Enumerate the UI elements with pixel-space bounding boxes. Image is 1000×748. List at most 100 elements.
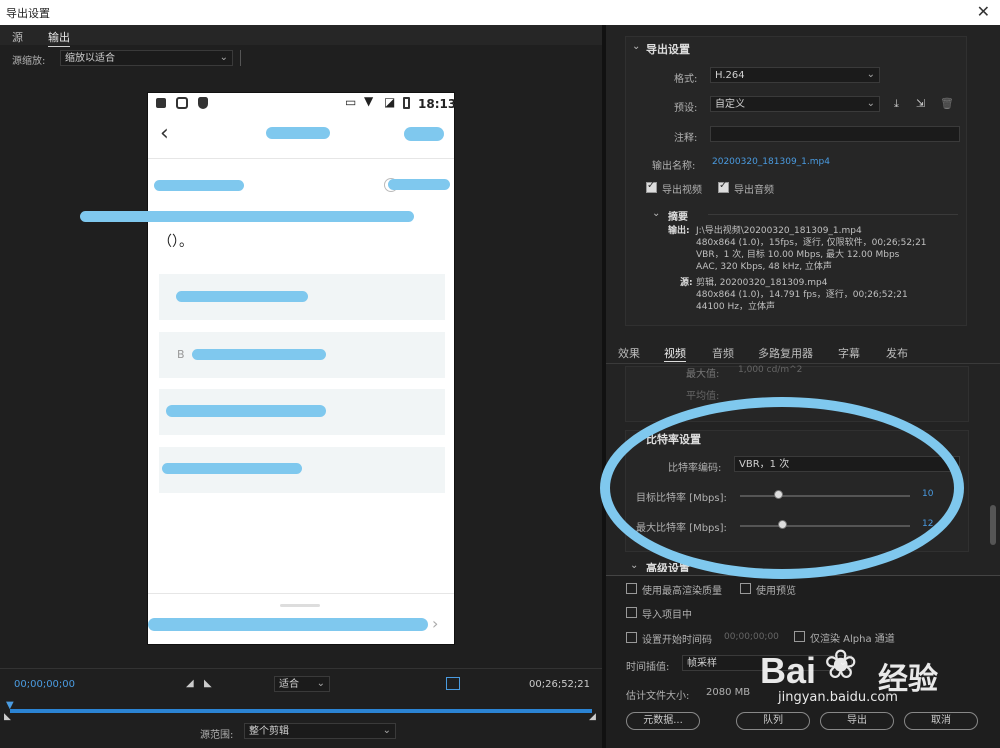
cancel-button[interactable]: 取消 — [904, 712, 978, 730]
export-audio-checkbox[interactable] — [718, 180, 729, 193]
interpolation-label: 时间插值: — [626, 662, 670, 673]
timecode-start: 00;00;00;00 — [14, 679, 76, 690]
redaction-mark — [266, 127, 330, 139]
file-size-label: 估计文件大小: — [626, 691, 690, 702]
summary-output: J:\导出视频\20200320_181309_1.mp4 480x864 (1… — [696, 225, 927, 273]
in-point-icon[interactable]: ◣ — [4, 712, 11, 722]
summary-output-label: 输出: — [668, 226, 690, 236]
mark-out-icon[interactable]: ◣ — [204, 678, 212, 689]
cast-icon: ▭ — [345, 95, 357, 109]
max-luminance-value: 1,000 cd/m^2 — [738, 365, 803, 375]
preset-label: 预设: — [674, 103, 698, 114]
close-icon[interactable]: ✕ — [977, 2, 990, 21]
chevron-down-icon: ⌄ — [866, 69, 875, 80]
alpha-only-checkbox[interactable] — [794, 631, 805, 642]
comment-input[interactable] — [710, 126, 960, 142]
tab-publish[interactable]: 发布 — [886, 345, 908, 361]
timeline-track[interactable] — [10, 709, 592, 713]
out-point-icon[interactable]: ◢ — [589, 712, 596, 722]
chevron-down-icon: ⌄ — [219, 52, 228, 63]
redaction-mark — [404, 127, 444, 141]
source-scale-label: 源缩放: — [12, 56, 46, 67]
mark-in-icon[interactable]: ◢ — [186, 678, 194, 689]
output-name-link[interactable]: 20200320_181309_1.mp4 — [712, 157, 830, 167]
use-preview-checkbox[interactable] — [740, 583, 751, 594]
summary-source: 剪辑, 20200320_181309.mp4 480x864 (1.0)，14… — [696, 277, 908, 313]
use-preview-label: 使用预览 — [756, 586, 796, 597]
source-range-value: 整个剪辑 — [249, 726, 289, 737]
signal-icon: ◪ — [384, 95, 396, 109]
max-luminance-label: 最大值: — [686, 369, 720, 380]
tab-captions[interactable]: 字幕 — [838, 345, 860, 361]
tab-video[interactable]: 视频 — [664, 345, 686, 362]
tab-output[interactable]: 输出 — [48, 29, 70, 47]
battery-icon — [403, 97, 410, 109]
summary-output-line: 480x864 (1.0)，15fps，逐行, 仅限软件，00;26;52;21 — [696, 238, 927, 248]
aspect-icon[interactable] — [446, 677, 460, 690]
source-scale-dropdown[interactable]: 缩放以适合 ⌄ — [60, 50, 233, 66]
option-b-letter: B — [177, 348, 185, 361]
fit-value: 适合 — [279, 679, 299, 690]
preset-dropdown[interactable]: 自定义 ⌄ — [710, 96, 880, 112]
watermark-brand-2: 经验 — [878, 662, 938, 697]
import-checkbox[interactable] — [626, 607, 637, 618]
import-preset-icon[interactable]: ⇲ — [916, 97, 925, 110]
tab-source[interactable]: 源 — [12, 29, 23, 45]
chevron-down-icon: ⌄ — [382, 725, 391, 736]
start-timecode-value[interactable]: 00;00;00;00 — [724, 632, 779, 642]
chevron-down-icon: ⌄ — [316, 678, 325, 689]
source-scale-row: 源缩放: 缩放以适合 ⌄ — [0, 48, 602, 68]
redaction-mark — [166, 405, 326, 417]
export-video-label: 导出视频 — [662, 185, 702, 196]
output-name-label: 输出名称: — [652, 161, 696, 172]
source-range-dropdown[interactable]: 整个剪辑 ⌄ — [244, 723, 396, 739]
fit-dropdown[interactable]: 适合 ⌄ — [274, 676, 330, 692]
max-quality-checkbox[interactable] — [626, 583, 637, 594]
tab-audio[interactable]: 音频 — [712, 345, 734, 361]
playhead-icon[interactable]: ▼ — [6, 700, 14, 711]
chevron-down-icon[interactable]: ⌄ — [632, 41, 640, 52]
window-title: 导出设置 — [6, 7, 50, 20]
timecode-end: 00;26;52;21 — [529, 679, 591, 690]
chevron-right-icon: › — [432, 614, 439, 633]
redaction-mark — [388, 179, 450, 190]
redaction-mark — [176, 291, 308, 302]
phone-status-bar: ▭ ▼ ◪ 18:13 — [148, 93, 456, 115]
delete-icon[interactable]: 🗑 — [940, 97, 954, 110]
chevron-down-icon: ⌄ — [866, 98, 875, 109]
redaction-mark — [148, 618, 428, 631]
comment-label: 注释: — [674, 133, 698, 144]
chevron-down-icon[interactable]: ⌄ — [652, 208, 660, 219]
summary-source-line: 剪辑, 20200320_181309.mp4 — [696, 278, 828, 288]
redaction-mark — [80, 211, 414, 222]
video-preview-frame: ▭ ▼ ◪ 18:13 ‹ （）。 B › — [147, 92, 456, 645]
format-value: H.264 — [715, 70, 745, 81]
metadata-button[interactable]: 元数据... — [626, 712, 700, 730]
divider — [148, 158, 454, 159]
baidu-watermark: Bai ❀ 经验 jingyan.baidu.com — [760, 642, 938, 705]
question-text: （）。 — [158, 234, 193, 250]
export-video-checkbox[interactable] — [646, 180, 657, 193]
file-size-value: 2080 MB — [706, 687, 751, 698]
annotation-circle — [600, 397, 964, 579]
format-dropdown[interactable]: H.264 ⌄ — [710, 67, 880, 83]
save-preset-icon[interactable]: ⤓ — [894, 97, 899, 111]
scrollbar[interactable] — [990, 505, 996, 545]
start-timecode-checkbox[interactable] — [626, 632, 637, 643]
wifi-icon: ▼ — [364, 94, 374, 108]
summary-output-line: J:\导出视频\20200320_181309_1.mp4 — [696, 226, 862, 236]
paw-icon: ❀ — [824, 642, 858, 688]
source-output-tabs: 源 输出 — [0, 25, 602, 47]
home-indicator — [280, 604, 320, 607]
chevron-down-icon[interactable]: ⌄ — [630, 560, 638, 571]
tab-multiplexer[interactable]: 多路复用器 — [758, 345, 813, 361]
title-bar: 导出设置 ✕ — [0, 0, 1000, 25]
export-button[interactable]: 导出 — [820, 712, 894, 730]
export-audio-label: 导出音频 — [734, 185, 774, 196]
tab-effects[interactable]: 效果 — [618, 345, 640, 361]
divider — [708, 214, 958, 215]
screenshot-icon — [176, 97, 188, 109]
source-range-label: 源范围: — [200, 730, 234, 741]
start-timecode-label: 设置开始时间码 — [642, 635, 712, 646]
queue-button[interactable]: 队列 — [736, 712, 810, 730]
